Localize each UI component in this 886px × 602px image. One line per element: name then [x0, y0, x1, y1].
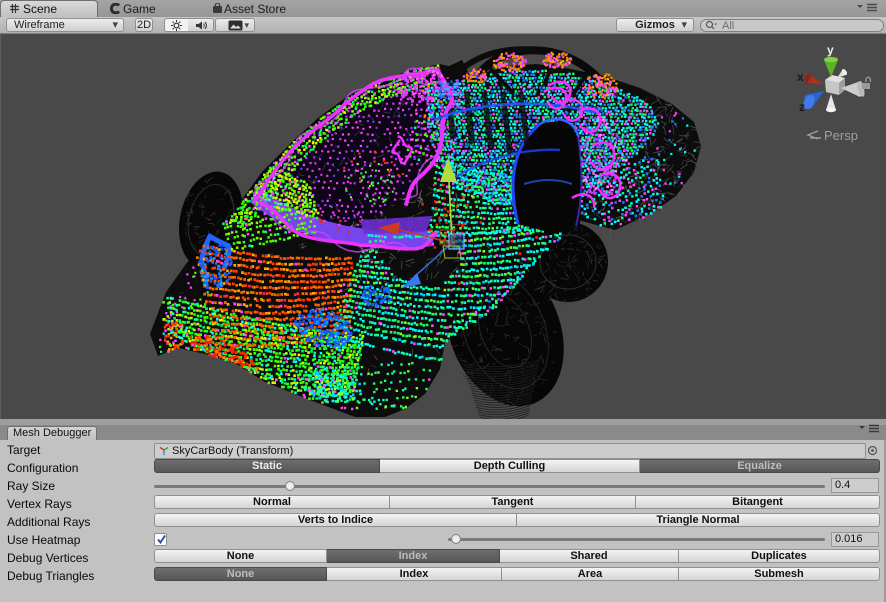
svg-text:x: x — [797, 70, 804, 84]
svg-text:z: z — [799, 100, 805, 114]
svg-text:Persp: Persp — [824, 128, 858, 143]
svg-text:y: y — [827, 43, 834, 57]
